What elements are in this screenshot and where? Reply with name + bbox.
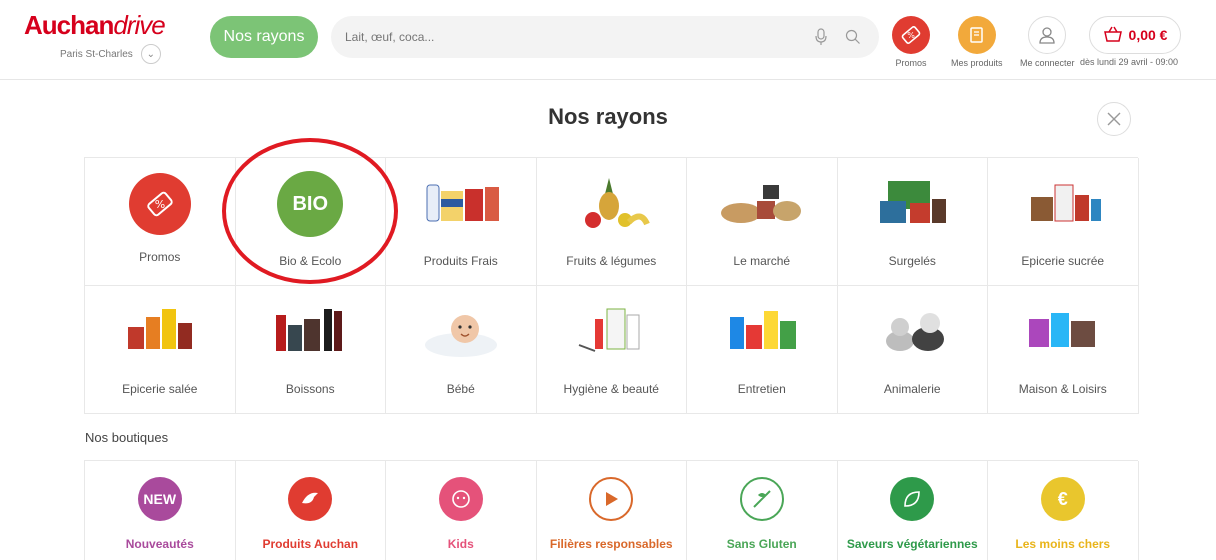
search-icon[interactable] (841, 25, 865, 49)
euro-icon: € (1040, 477, 1085, 521)
rayon-surgeles[interactable]: Surgelés (837, 158, 988, 286)
page-title: Nos rayons (548, 104, 668, 129)
kid-face-icon (438, 477, 483, 521)
boutique-produits-auchan[interactable]: Produits Auchan (236, 461, 386, 560)
auchan-drive-logo[interactable]: Auchandrive (24, 10, 199, 40)
pets-image (867, 300, 957, 364)
svg-text:%: % (907, 31, 915, 40)
new-icon: NEW (137, 477, 182, 521)
no-gluten-icon (739, 477, 784, 521)
site-header: Auchandrive Paris St-Charles ⌄ Nos rayon… (0, 0, 1216, 80)
search-bar (331, 16, 879, 58)
search-input[interactable] (345, 30, 801, 44)
svg-text:%: % (155, 198, 165, 211)
mes-produits-header-item[interactable]: Mes produits (951, 16, 1003, 68)
rayons-grid: % Promos BIO Bio & Ecolo Produits Frais … (84, 157, 1139, 414)
list-heart-icon (957, 16, 996, 54)
close-icon[interactable] (1097, 102, 1131, 136)
chevron-down-icon[interactable]: ⌄ (140, 44, 161, 64)
rayon-bio-ecolo[interactable]: BIO Bio & Ecolo (235, 158, 386, 286)
rayon-boissons[interactable]: Boissons (235, 286, 386, 414)
rayon-le-marche[interactable]: Le marché (687, 158, 838, 286)
user-icon (1028, 16, 1067, 54)
me-connecter-header-item[interactable]: Me connecter (1020, 16, 1075, 68)
bio-icon: BIO (277, 171, 344, 237)
frozen-image (867, 172, 957, 236)
rayon-bebe[interactable]: Bébé (386, 286, 537, 414)
boutique-filieres-responsables[interactable]: Filières responsables (537, 461, 687, 560)
promo-tag-icon: % (892, 16, 930, 54)
boutiques-grid: NEW Nouveautés Produits Auchan Kids Fili… (84, 460, 1139, 560)
rayon-hygiene-beaute[interactable]: Hygiène & beauté (536, 286, 687, 414)
basket-icon (1103, 26, 1123, 45)
rayon-animalerie[interactable]: Animalerie (837, 286, 988, 414)
cart-button[interactable]: 0,00 € (1089, 16, 1181, 54)
promo-tag-icon: % (128, 173, 191, 235)
rayon-epicerie-salee[interactable]: Epicerie salée (85, 286, 236, 414)
rayon-promos[interactable]: % Promos (85, 158, 236, 286)
rayon-maison-loisirs[interactable]: Maison & Loisirs (988, 286, 1139, 414)
rayon-entretien[interactable]: Entretien (687, 286, 838, 414)
home-image (1018, 300, 1108, 364)
savory-grocery-image (115, 300, 205, 364)
bird-icon (288, 477, 333, 521)
store-selector[interactable]: Paris St-Charles ⌄ (60, 44, 161, 64)
play-leaf-icon (589, 477, 634, 521)
fresh-products-image (416, 172, 506, 236)
fruits-image (566, 172, 656, 236)
boutique-nouveautes[interactable]: NEW Nouveautés (85, 461, 236, 560)
promos-header-item[interactable]: % Promos (892, 16, 930, 68)
store-name: Paris St-Charles (60, 48, 133, 60)
delivery-slot: dès lundi 29 avril - 09:00 (1080, 57, 1179, 67)
baby-image (416, 300, 506, 364)
boutique-moins-chers[interactable]: € Les moins chers (988, 461, 1139, 560)
boutique-saveurs-vegetariennes[interactable]: Saveurs végétariennes (838, 461, 988, 560)
rayon-produits-frais[interactable]: Produits Frais (386, 158, 537, 286)
boutiques-title: Nos boutiques (85, 430, 169, 445)
market-image (717, 172, 807, 236)
boutique-kids[interactable]: Kids (386, 461, 537, 560)
cleaning-image (717, 300, 807, 364)
microphone-icon[interactable] (809, 25, 833, 49)
rayon-fruits-legumes[interactable]: Fruits & légumes (536, 158, 687, 286)
boutique-sans-gluten[interactable]: Sans Gluten (687, 461, 838, 560)
sweet-grocery-image (1018, 172, 1108, 236)
nos-rayons-button[interactable]: Nos rayons (210, 16, 318, 58)
drinks-image (265, 300, 355, 364)
rayon-epicerie-sucree[interactable]: Epicerie sucrée (988, 158, 1139, 286)
hygiene-image (566, 300, 656, 364)
leaf-icon (890, 477, 935, 521)
cart-amount: 0,00 € (1128, 27, 1168, 43)
